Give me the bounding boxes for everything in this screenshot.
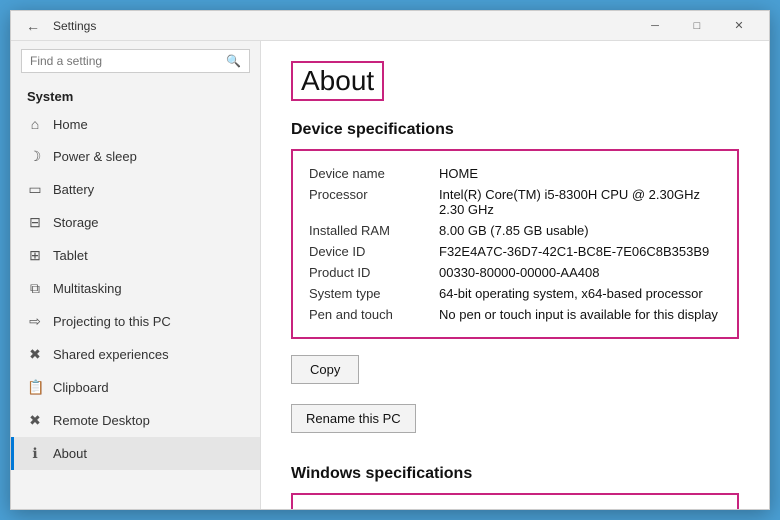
sidebar-item-label: About [53,446,87,461]
device-specs-title: Device specifications [291,121,739,139]
spec-row-pen-touch: Pen and touch No pen or touch input is a… [309,304,721,325]
back-button[interactable]: ← [21,14,45,38]
sidebar-item-label: Tablet [53,248,88,263]
sidebar-item-battery[interactable]: ▭ Battery [11,173,260,206]
sidebar-item-home[interactable]: ⌂ Home [11,108,260,140]
tablet-icon: ⊞ [27,247,43,264]
sidebar-item-clipboard[interactable]: 📋 Clipboard [11,371,260,404]
spec-label: System type [309,286,439,301]
search-box[interactable]: 🔍 [21,49,250,73]
spec-row-device-name: Device name HOME [309,163,721,184]
clipboard-icon: 📋 [27,379,43,396]
window-title: Settings [53,19,96,33]
sidebar-item-label: Storage [53,215,99,230]
spec-label: Processor [309,187,439,217]
window-content: 🔍 System ⌂ Home ☽ Power & sleep ▭ Batter… [11,41,769,509]
search-icon: 🔍 [226,54,241,68]
home-icon: ⌂ [27,116,43,132]
spec-label: Installed RAM [309,223,439,238]
spec-value: 64-bit operating system, x64-based proce… [439,286,721,301]
sidebar-item-multitasking[interactable]: ⧉ Multitasking [11,272,260,305]
sidebar-section-system: System [11,81,260,108]
power-sleep-icon: ☽ [27,148,43,165]
minimize-button[interactable]: ─ [635,11,675,41]
spec-row-system-type: System type 64-bit operating system, x64… [309,283,721,304]
spec-value: HOME [439,166,721,181]
spec-label: Device ID [309,244,439,259]
close-button[interactable]: ✕ [719,11,759,41]
title-bar-left: ← Settings [21,14,635,38]
spec-value: Intel(R) Core(TM) i5-8300H CPU @ 2.30GHz… [439,187,721,217]
sidebar-item-label: Multitasking [53,281,122,296]
spec-row-product-id: Product ID 00330-80000-00000-AA408 [309,262,721,283]
sidebar-item-storage[interactable]: ⊟ Storage [11,206,260,239]
spec-value: 00330-80000-00000-AA408 [439,265,721,280]
sidebar: 🔍 System ⌂ Home ☽ Power & sleep ▭ Batter… [11,41,261,509]
sidebar-item-label: Home [53,117,88,132]
about-icon: ℹ [27,445,43,462]
maximize-button[interactable]: □ [677,11,717,41]
copy-device-specs-button[interactable]: Copy [291,355,359,384]
windows-specs-box: Edition Windows 10 Pro Version 21H1 Inst… [291,493,739,509]
sidebar-item-remote-desktop[interactable]: ✖ Remote Desktop [11,404,260,437]
spec-label: Product ID [309,265,439,280]
remote-desktop-icon: ✖ [27,412,43,429]
spec-row-device-id: Device ID F32E4A7C-36D7-42C1-BC8E-7E06C8… [309,241,721,262]
spec-row-installed-ram: Installed RAM 8.00 GB (7.85 GB usable) [309,220,721,241]
windows-specs-title: Windows specifications [291,465,739,483]
sidebar-item-label: Projecting to this PC [53,314,171,329]
multitasking-icon: ⧉ [27,280,43,297]
sidebar-item-label: Remote Desktop [53,413,150,428]
sidebar-item-power-sleep[interactable]: ☽ Power & sleep [11,140,260,173]
sidebar-item-projecting[interactable]: ⇨ Projecting to this PC [11,305,260,338]
rename-pc-button[interactable]: Rename this PC [291,404,416,433]
spec-label: Device name [309,166,439,181]
sidebar-item-label: Shared experiences [53,347,169,362]
spec-label: Pen and touch [309,307,439,322]
projecting-icon: ⇨ [27,313,43,330]
spec-value: No pen or touch input is available for t… [439,307,721,322]
sidebar-item-about[interactable]: ℹ About [11,437,260,470]
sidebar-item-label: Power & sleep [53,149,137,164]
settings-window: ← Settings ─ □ ✕ 🔍 System [10,10,770,510]
spec-value: F32E4A7C-36D7-42C1-BC8E-7E06C8B353B9 [439,244,721,259]
sidebar-item-label: Clipboard [53,380,109,395]
sidebar-item-tablet[interactable]: ⊞ Tablet [11,239,260,272]
battery-icon: ▭ [27,181,43,198]
page-title: About [291,61,384,101]
shared-icon: ✖ [27,346,43,363]
spec-row-edition: Edition Windows 10 Pro [309,507,721,509]
device-specs-box: Device name HOME Processor Intel(R) Core… [291,149,739,339]
sidebar-item-label: Battery [53,182,94,197]
spec-row-processor: Processor Intel(R) Core(TM) i5-8300H CPU… [309,184,721,220]
sidebar-item-shared-experiences[interactable]: ✖ Shared experiences [11,338,260,371]
title-bar: ← Settings ─ □ ✕ [11,11,769,41]
window-controls: ─ □ ✕ [635,11,759,41]
main-content: About Device specifications Device name … [261,41,769,509]
spec-value: 8.00 GB (7.85 GB usable) [439,223,721,238]
search-input[interactable] [30,54,220,68]
storage-icon: ⊟ [27,214,43,231]
